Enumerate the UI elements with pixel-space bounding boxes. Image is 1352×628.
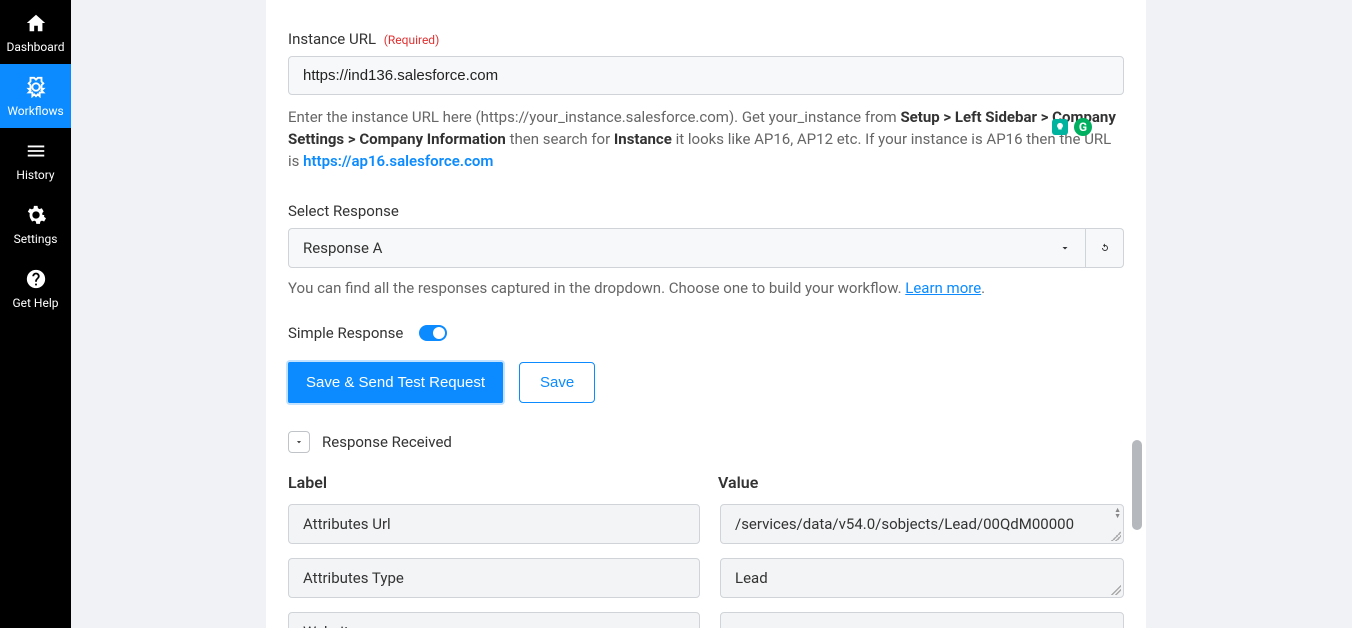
form-panel: Instance URL (Required) G Enter the inst… [266,0,1146,628]
sidebar-item-settings[interactable]: Settings [0,192,71,256]
learn-more-link[interactable]: Learn more [905,279,981,297]
scrollbar[interactable] [1132,440,1142,530]
sidebar-item-workflows[interactable]: Workflows [0,64,71,128]
select-response-help: You can find all the responses captured … [288,278,1124,300]
grammarly-icon[interactable]: G [1074,118,1092,136]
sidebar-item-label: Settings [14,232,58,246]
instance-url-label: Instance URL (Required) [288,30,1124,48]
simple-response-row: Simple Response [288,324,1124,342]
help-icon [25,268,47,290]
select-response-dropdown[interactable]: Response A [288,228,1086,268]
response-value-text: /services/data/v54.0/sobjects/Lead/00QdM… [735,515,1074,533]
refresh-button[interactable] [1086,228,1124,268]
spinner-icon[interactable]: ▲▼ [1114,507,1121,519]
response-table: Label Value Attributes Url /services/dat… [288,473,1124,628]
history-icon [25,140,47,162]
response-collapse-toggle[interactable] [288,431,310,453]
response-value-cell[interactable] [720,612,1124,628]
help-text-part: Enter the instance URL here (https://you… [288,108,900,126]
instance-url-input[interactable] [288,56,1124,95]
select-response-row: Response A [288,228,1124,268]
table-row: Website [288,612,1124,628]
sidebar-item-label: Get Help [12,296,58,310]
sidebar: Dashboard Workflows History Settings Get… [0,0,71,628]
response-received-title: Response Received [322,433,452,451]
gear-icon [25,204,47,226]
refresh-icon [1099,242,1111,254]
help-text-link[interactable]: https://ap16.salesforce.com [303,152,493,170]
instance-url-label-text: Instance URL [288,30,376,48]
sidebar-item-dashboard[interactable]: Dashboard [0,0,71,64]
workflow-icon [25,76,47,98]
response-value-cell[interactable]: Lead [720,558,1124,598]
sidebar-item-history[interactable]: History [0,128,71,192]
response-label-cell[interactable]: Website [288,612,700,628]
save-send-test-button[interactable]: Save & Send Test Request [288,362,503,403]
help-text-part: then search for [510,130,614,148]
instance-url-help: Enter the instance URL here (https://you… [288,107,1124,172]
response-label-cell[interactable]: Attributes Url [288,504,700,544]
home-icon [25,12,47,34]
sidebar-item-label: Dashboard [6,40,64,54]
help-text-bold: Instance [614,130,672,148]
instance-url-field-wrap: G [288,56,1124,95]
select-response-label: Select Response [288,202,1124,220]
sidebar-item-label: History [16,168,54,182]
simple-response-label: Simple Response [288,324,403,342]
assistant-icon[interactable] [1052,119,1068,135]
required-badge: (Required) [384,33,439,47]
input-icon-group: G [1052,118,1092,136]
response-received-header: Response Received [288,431,1124,453]
response-label-cell[interactable]: Attributes Type [288,558,700,598]
column-header-label: Label [288,473,718,492]
sidebar-item-get-help[interactable]: Get Help [0,256,71,320]
chevron-down-icon [294,437,304,447]
table-row: Attributes Type Lead [288,558,1124,598]
help-text-part: You can find all the responses captured … [288,279,905,297]
response-value-cell[interactable]: /services/data/v54.0/sobjects/Lead/00QdM… [720,504,1124,544]
help-text-part: . [981,279,985,297]
chevron-down-icon [1059,242,1071,254]
save-button[interactable]: Save [519,362,595,403]
sidebar-item-label: Workflows [7,104,63,118]
simple-response-toggle[interactable] [419,325,447,341]
main-content: Instance URL (Required) G Enter the inst… [71,0,1352,628]
table-row: Attributes Url /services/data/v54.0/sobj… [288,504,1124,544]
action-buttons: Save & Send Test Request Save [288,362,1124,403]
column-header-value: Value [718,473,1124,492]
response-header-row: Label Value [288,473,1124,504]
select-response-value: Response A [303,239,382,257]
